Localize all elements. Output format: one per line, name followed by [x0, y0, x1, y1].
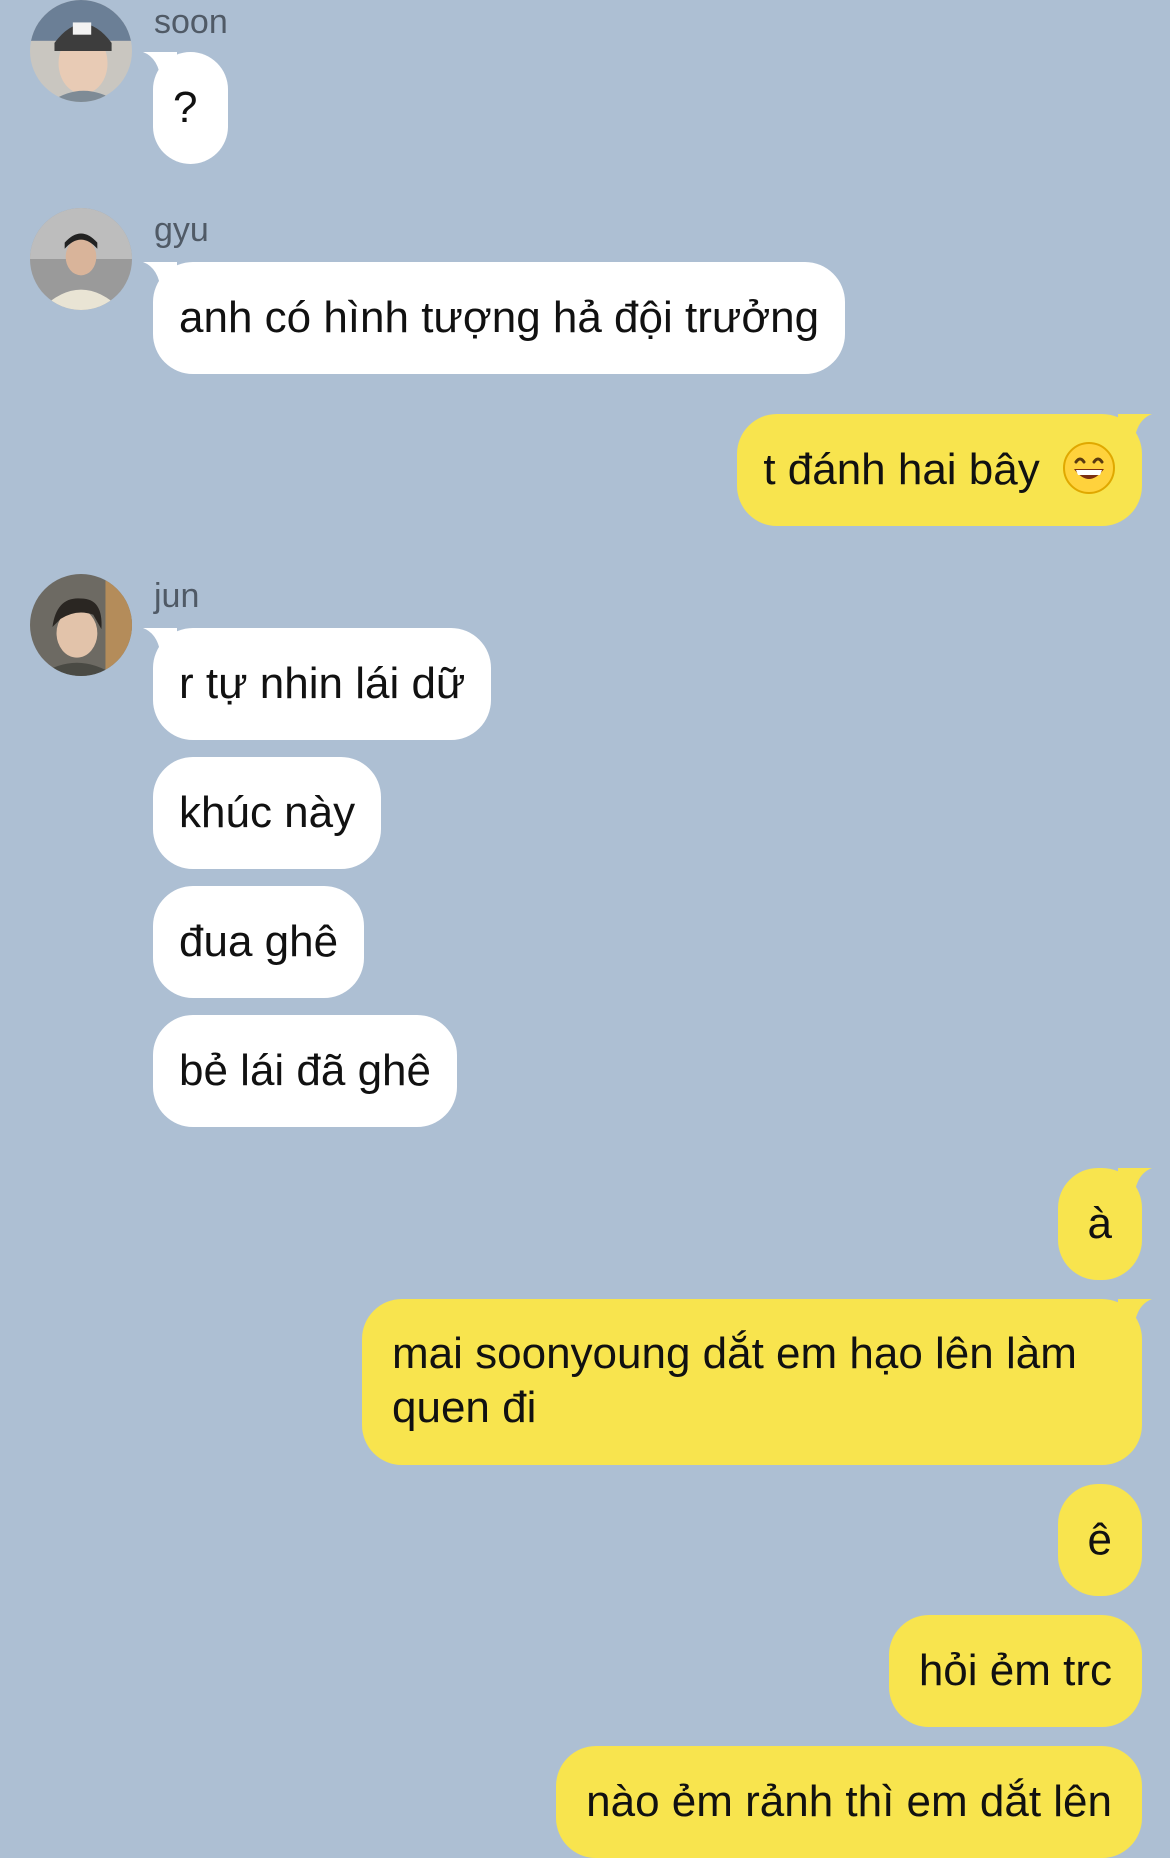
message-bubble[interactable]: r tự nhin lái dữ: [143, 628, 492, 740]
avatar-gyu[interactable]: [30, 208, 132, 310]
message-text: khúc này: [179, 788, 356, 837]
bubble-tail: [143, 262, 177, 292]
message-bubble[interactable]: đua ghê: [153, 886, 365, 998]
bubble-tail: [143, 628, 177, 658]
sender-name-gyu: gyu: [154, 211, 209, 249]
message-text: à: [1087, 1199, 1112, 1248]
sender-name-soon: soon: [154, 3, 228, 41]
avatar-soon[interactable]: [30, 0, 132, 102]
message-text: ?: [173, 83, 198, 132]
message-bubble[interactable]: khúc này: [153, 757, 382, 869]
message-text: nào ẻm rảnh thì em dắt lên: [586, 1777, 1112, 1826]
bubble-tail: [1118, 1299, 1152, 1329]
sender-name-jun: jun: [154, 577, 200, 615]
message-text: r tự nhin lái dữ: [179, 659, 466, 708]
message-text: ê: [1087, 1515, 1112, 1564]
message-text: bẻ lái đã ghê: [179, 1046, 431, 1095]
bubble-tail: [1118, 414, 1152, 444]
message-text: đua ghê: [179, 917, 339, 966]
message-bubble[interactable]: nào ẻm rảnh thì em dắt lên: [556, 1746, 1142, 1858]
message-bubble[interactable]: ê: [1057, 1484, 1142, 1596]
message-text: anh có hình tượng hả đội trưởng: [179, 293, 820, 342]
bubble-tail: [1118, 1168, 1152, 1198]
message-bubble[interactable]: ?: [143, 52, 228, 164]
message-bubble[interactable]: à: [1057, 1168, 1152, 1280]
message-bubble[interactable]: anh có hình tượng hả đội trưởng: [143, 262, 846, 374]
message-bubble[interactable]: mai soonyoung dắt em hạo lên làm quen đi: [362, 1299, 1152, 1465]
message-bubble[interactable]: bẻ lái đã ghê: [153, 1015, 457, 1127]
message-text: t đánh hai bây: [763, 445, 1040, 494]
message-bubble[interactable]: t đánh hai bây: [737, 414, 1152, 526]
grinning-face-emoji-icon: [1063, 442, 1115, 495]
message-bubble[interactable]: hỏi ẻm trc: [888, 1615, 1142, 1727]
bubble-tail: [143, 52, 177, 82]
avatar-jun[interactable]: [30, 574, 132, 676]
message-text: hỏi ẻm trc: [918, 1646, 1112, 1695]
message-text: mai soonyoung dắt em hạo lên làm quen đi: [392, 1329, 1077, 1432]
